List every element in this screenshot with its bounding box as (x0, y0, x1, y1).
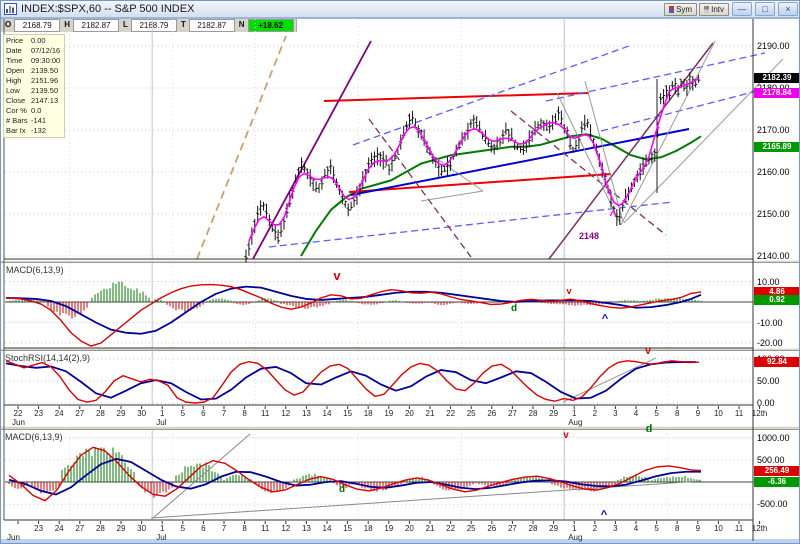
info-row-label: Open (6, 66, 31, 76)
info-row: Bar Ix-132 (6, 126, 62, 136)
info-row-value: 07/12/16 (31, 46, 62, 56)
info-row: High2151.96 (6, 76, 62, 86)
info-row-label: Date (6, 46, 31, 56)
info-row: Time09:30:00 (6, 56, 62, 66)
info-row-label: Time (6, 56, 31, 66)
info-row: Open2139.50 (6, 66, 62, 76)
info-row: Low2139.50 (6, 86, 62, 96)
info-row-value: 2139.50 (31, 86, 62, 96)
info-row-value: 0.00 (31, 36, 62, 46)
info-row: Cor %0.0 (6, 106, 62, 116)
info-row: Price0.00 (6, 36, 62, 46)
info-row-label: High (6, 76, 31, 86)
info-row-label: Price (6, 36, 31, 46)
info-row-value: -141 (31, 116, 62, 126)
info-row: Close2147.13 (6, 96, 62, 106)
info-row-value: -132 (31, 126, 62, 136)
info-row-value: 09:30:00 (31, 56, 62, 66)
info-row-value: 2139.50 (31, 66, 62, 76)
cursor-info-box: Price0.00Date07/12/16Time09:30:00Open213… (3, 34, 65, 138)
stochrsi-label: StochRSI(14,14(2),9) (5, 353, 90, 363)
chart-canvas[interactable] (1, 1, 800, 544)
info-row-value: 2151.96 (31, 76, 62, 86)
chart-window: INDEX:$SPX,60 -- S&P 500 INDEX Sym Intv … (0, 0, 800, 544)
info-row-value: 2147.13 (31, 96, 62, 106)
macd1-label: MACD(6,13,9) (6, 265, 64, 275)
info-row-label: Bar Ix (6, 126, 31, 136)
info-row-label: # Bars (6, 116, 31, 126)
macd2-label: MACD(6,13,9) (5, 432, 63, 442)
info-row-label: Cor % (6, 106, 31, 116)
info-row-label: Close (6, 96, 31, 106)
info-row-label: Low (6, 86, 31, 96)
info-row-value: 0.0 (31, 106, 62, 116)
info-row: Date07/12/16 (6, 46, 62, 56)
info-row: # Bars-141 (6, 116, 62, 126)
